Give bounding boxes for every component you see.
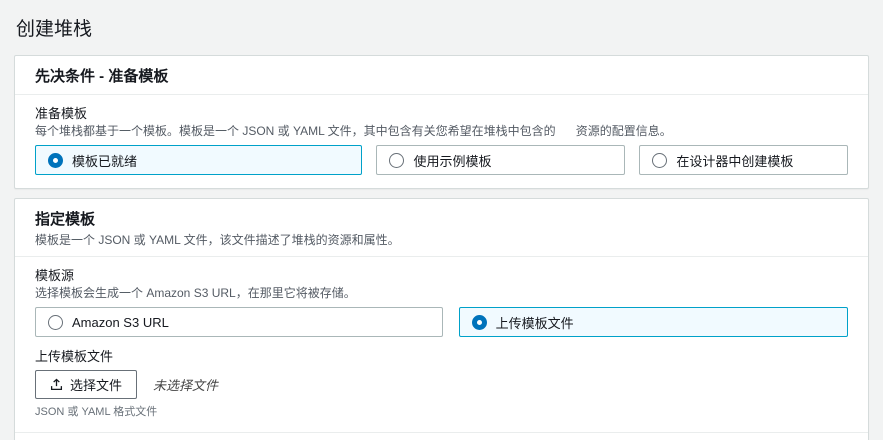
prerequisite-panel-body: 准备模板 每个堆栈都基于一个模板。模板是一个 JSON 或 YAML 文件，其中… [15, 95, 868, 188]
radio-tile-template-ready[interactable]: 模板已就绪 [35, 145, 363, 175]
radio-unchecked-icon [389, 152, 405, 168]
prepare-template-label: 准备模板 [35, 106, 88, 121]
file-format-constraint: JSON 或 YAML 格式文件 [35, 406, 158, 418]
radio-checked-icon [48, 152, 63, 168]
radio-tile-label: Amazon S3 URL [72, 314, 169, 330]
upload-icon [50, 378, 63, 391]
template-source-label: 模板源 [35, 268, 75, 283]
specify-template-description: 模板是一个 JSON 或 YAML 文件，该文件描述了堆栈的资源和属性。 [35, 233, 400, 247]
choose-file-label: 选择文件 [70, 378, 123, 393]
radio-tile-upload-template-file[interactable]: 上传模板文件 [458, 307, 848, 337]
specify-template-title: 指定模板 [35, 211, 96, 228]
radio-tile-use-sample-template[interactable]: 使用示例模板 [376, 145, 626, 175]
specify-template-footer: S3 URL:将在上传模板文件时生成 在设计器中查看 [15, 432, 868, 440]
specify-template-header: 指定模板 模板是一个 JSON 或 YAML 文件，该文件描述了堆栈的资源和属性… [15, 199, 868, 257]
no-file-selected-text: 未选择文件 [153, 378, 219, 393]
specify-template-panel: 指定模板 模板是一个 JSON 或 YAML 文件，该文件描述了堆栈的资源和属性… [14, 198, 869, 440]
radio-unchecked-icon [48, 314, 63, 330]
prerequisite-panel: 先决条件 - 准备模板 准备模板 每个堆栈都基于一个模板。模板是一个 JSON … [14, 55, 869, 189]
prerequisite-panel-title: 先决条件 - 准备模板 [35, 68, 169, 85]
specify-template-body: 模板源 选择模板会生成一个 Amazon S3 URL，在那里它将被存储。 Am… [15, 257, 868, 432]
upload-row: 选择文件 未选择文件 [35, 370, 848, 399]
radio-tile-amazon-s3-url[interactable]: Amazon S3 URL [35, 307, 443, 337]
create-stack-page: 创建堆栈 先决条件 - 准备模板 准备模板 每个堆栈都基于一个模板。模板是一个 … [0, 0, 883, 440]
choose-file-button[interactable]: 选择文件 [35, 370, 138, 399]
prerequisite-panel-header: 先决条件 - 准备模板 [15, 56, 868, 95]
radio-tile-label: 在设计器中创建模板 [676, 153, 794, 169]
template-source-description: 选择模板会生成一个 Amazon S3 URL，在那里它将被存储。 [35, 286, 356, 300]
radio-checked-icon [471, 314, 487, 330]
radio-tile-label: 模板已就绪 [72, 153, 138, 169]
page-title: 创建堆栈 [16, 19, 93, 40]
radio-tile-label: 使用示例模板 [413, 153, 492, 169]
prepare-template-radio-group: 模板已就绪 使用示例模板 在设计器中创建模板 [35, 145, 848, 175]
upload-template-section: 上传模板文件 选择文件 未选择文件 JSON 或 YAML 格式文件 [35, 346, 848, 419]
upload-template-label: 上传模板文件 [35, 349, 114, 364]
template-source-radio-group: Amazon S3 URL 上传模板文件 [35, 307, 848, 337]
prepare-template-description: 每个堆栈都基于一个模板。模板是一个 JSON 或 YAML 文件，其中包含有关您… [35, 124, 672, 138]
radio-tile-label: 上传模板文件 [495, 315, 574, 331]
radio-tile-create-in-designer[interactable]: 在设计器中创建模板 [639, 145, 848, 175]
radio-unchecked-icon [652, 152, 668, 168]
